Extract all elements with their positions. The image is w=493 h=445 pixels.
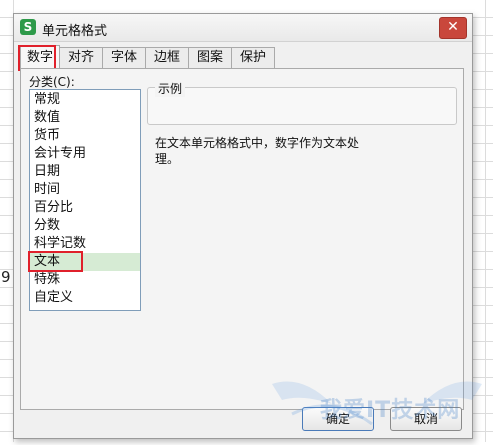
tab-pattern[interactable]: 图案 (188, 47, 232, 68)
category-item-scientific[interactable]: 科学记数 (30, 235, 140, 253)
tab-border[interactable]: 边框 (145, 47, 189, 68)
category-item-custom[interactable]: 自定义 (30, 289, 140, 307)
category-item-accounting[interactable]: 会计专用 (30, 145, 140, 163)
category-item-currency[interactable]: 货币 (30, 127, 140, 145)
format-cells-dialog: S 单元格格式 ✕ 数字 对齐 字体 边框 图案 保护 分类(C): 常规 数值… (13, 13, 473, 439)
category-item-general[interactable]: 常规 (30, 91, 140, 109)
sample-label: 示例 (155, 80, 186, 97)
category-item-number[interactable]: 数值 (30, 109, 140, 127)
tab-number[interactable]: 数字 (20, 45, 60, 68)
sample-groupbox (147, 87, 457, 125)
category-item-fraction[interactable]: 分数 (30, 217, 140, 235)
wps-app-icon: S (20, 19, 36, 35)
category-listbox[interactable]: 常规 数值 货币 会计专用 日期 时间 百分比 分数 科学记数 文本 特殊 自定… (29, 89, 141, 311)
category-item-time[interactable]: 时间 (30, 181, 140, 199)
category-item-percentage[interactable]: 百分比 (30, 199, 140, 217)
tab-alignment[interactable]: 对齐 (59, 47, 103, 68)
category-label: 分类(C): (29, 75, 75, 89)
category-item-text[interactable]: 文本 (30, 253, 140, 271)
sheet-cell-value[interactable]: 9 (1, 268, 11, 286)
ok-button[interactable]: 确定 (302, 407, 374, 431)
cancel-button[interactable]: 取消 (390, 407, 462, 431)
category-item-special[interactable]: 特殊 (30, 271, 140, 289)
number-tab-panel: 分类(C): 常规 数值 货币 会计专用 日期 时间 百分比 分数 科学记数 文… (20, 68, 464, 410)
close-button[interactable]: ✕ (439, 17, 467, 39)
tab-protection[interactable]: 保护 (231, 47, 275, 68)
category-item-date[interactable]: 日期 (30, 163, 140, 181)
close-icon: ✕ (447, 19, 459, 35)
format-description: 在文本单元格格式中，数字作为文本处 理。 (155, 136, 360, 166)
grid-column-line (485, 0, 486, 442)
dialog-title: 单元格格式 (42, 24, 108, 39)
tab-font[interactable]: 字体 (102, 47, 146, 68)
dialog-titlebar[interactable]: S 单元格格式 ✕ (14, 14, 472, 42)
